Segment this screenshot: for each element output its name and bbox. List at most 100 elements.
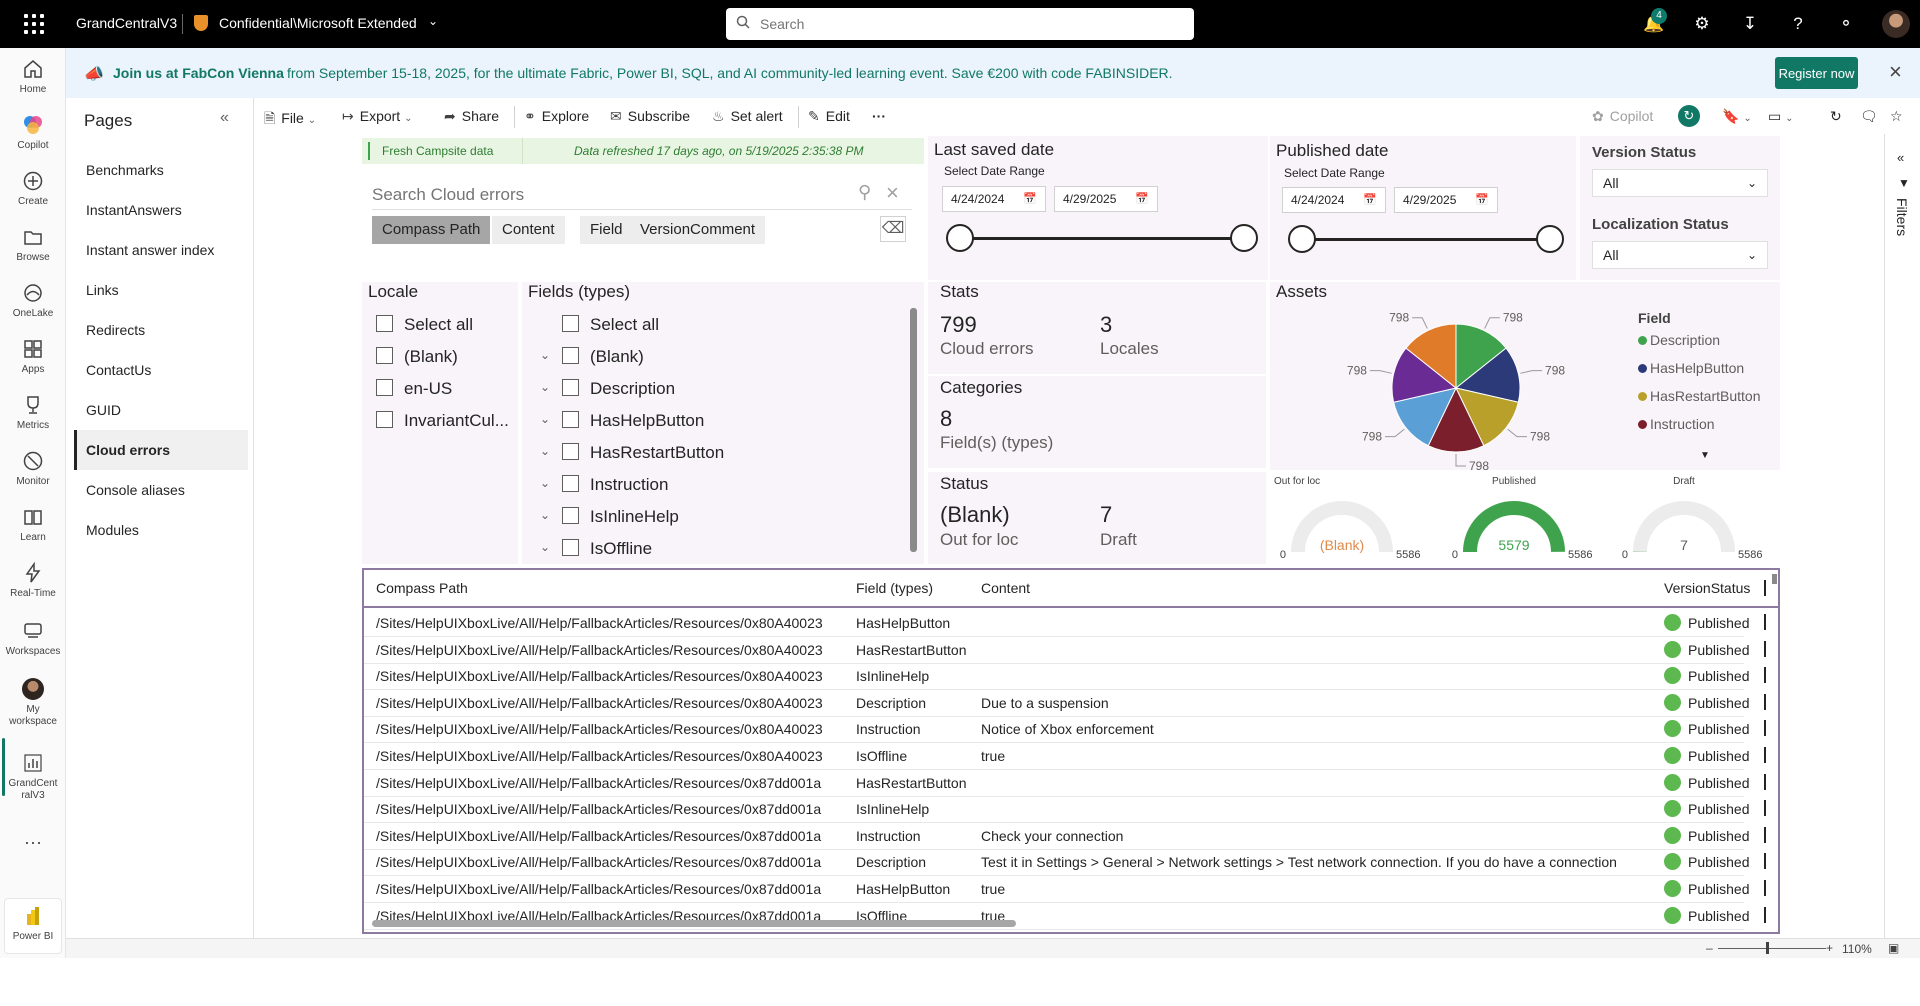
table-row[interactable]: /Sites/HelpUIXboxLive/All/Help/FallbackA…: [364, 610, 1766, 637]
search-tab-field[interactable]: Field: [580, 216, 633, 244]
chevron-down-icon[interactable]: ⌄: [540, 444, 550, 458]
sensitivity-label[interactable]: Confidential\Microsoft Extended: [219, 15, 417, 31]
chevron-down-icon[interactable]: ⌄: [540, 540, 550, 554]
page-item-links[interactable]: Links: [74, 270, 248, 310]
page-item-guid[interactable]: GUID: [74, 390, 248, 430]
refresh-icon[interactable]: ↻: [1830, 108, 1842, 125]
search-icon[interactable]: ⚲: [858, 182, 871, 203]
file-menu[interactable]: 🗎 File ⌄: [264, 108, 316, 132]
legend-scroll-down-icon[interactable]: ▼: [1700, 450, 1710, 461]
edit-button[interactable]: ✎ Edit: [808, 108, 850, 125]
page-item-redirects[interactable]: Redirects: [74, 310, 248, 350]
share-button[interactable]: ➦ Share: [444, 108, 499, 125]
table-row[interactable]: /Sites/HelpUIXboxLive/All/Help/FallbackA…: [364, 770, 1766, 797]
checkbox[interactable]: [562, 411, 579, 428]
locale-option[interactable]: InvariantCul...: [404, 411, 509, 431]
checkbox[interactable]: [562, 539, 579, 556]
rail-copilot[interactable]: Copilot: [0, 114, 66, 151]
workspace-name[interactable]: GrandCentralV3: [76, 15, 177, 31]
register-now-button[interactable]: Register now: [1775, 57, 1858, 89]
zoom-out-icon[interactable]: –: [1706, 941, 1713, 955]
chevron-down-icon[interactable]: ⌄: [540, 476, 550, 490]
avatar[interactable]: [1882, 10, 1910, 38]
calendar-icon[interactable]: 📅: [1135, 187, 1149, 211]
rail-home[interactable]: Home: [0, 58, 66, 95]
rail-browse[interactable]: Browse: [0, 226, 66, 263]
chevron-down-icon[interactable]: ⌄: [540, 380, 550, 394]
fit-to-page-icon[interactable]: ▣: [1888, 941, 1899, 955]
set-alert-button[interactable]: ♨ Set alert: [712, 108, 783, 125]
checkbox[interactable]: [562, 507, 579, 524]
eraser-icon[interactable]: ⌫: [880, 216, 906, 242]
rail-create[interactable]: Create: [0, 170, 66, 207]
filters-pane-collapsed[interactable]: « ▼ Filters: [1884, 134, 1920, 938]
refresh-visual-icon[interactable]: ↻: [1678, 105, 1700, 127]
zoom-slider[interactable]: [1718, 948, 1826, 949]
search-input[interactable]: [372, 184, 832, 206]
checkbox[interactable]: [376, 379, 393, 396]
slider-start-handle[interactable]: [946, 224, 974, 252]
copilot-button[interactable]: ✿ Copilot: [1592, 108, 1653, 125]
version-status-dropdown[interactable]: All ⌄: [1592, 169, 1768, 197]
column-header[interactable]: VersionStatus: [1664, 580, 1750, 596]
gear-icon[interactable]: ⚙: [1690, 12, 1714, 36]
banner-headline[interactable]: Join us at FabCon Vienna: [113, 65, 284, 81]
table-row[interactable]: /Sites/HelpUIXboxLive/All/Help/FallbackA…: [364, 637, 1766, 664]
view-icon[interactable]: ▭ ⌄: [1768, 108, 1794, 125]
favorite-icon[interactable]: ☆: [1890, 108, 1903, 125]
rail-grandcentral[interactable]: GrandCentralV3: [0, 752, 66, 802]
search-tab-content[interactable]: Content: [492, 216, 565, 244]
export-menu[interactable]: ↦ Export ⌄: [342, 108, 412, 125]
field-option[interactable]: HasRestartButton: [590, 443, 724, 463]
chevron-down-icon[interactable]: ⌄: [540, 348, 550, 362]
field-option[interactable]: Description: [590, 379, 675, 399]
locale-option[interactable]: en-US: [404, 379, 452, 399]
checkbox[interactable]: [562, 315, 579, 332]
subscribe-button[interactable]: ✉ Subscribe: [610, 108, 690, 125]
page-item-modules[interactable]: Modules: [74, 510, 248, 550]
column-header[interactable]: Content: [981, 580, 1030, 596]
rail-monitor[interactable]: Monitor: [0, 450, 66, 487]
clear-icon[interactable]: ×: [886, 180, 899, 206]
rail-apps[interactable]: Apps: [0, 338, 66, 375]
checkbox[interactable]: [376, 411, 393, 428]
calendar-icon[interactable]: 📅: [1363, 188, 1377, 212]
scrollbar[interactable]: [372, 920, 1016, 927]
scrollbar[interactable]: [1772, 574, 1777, 584]
zoom-in-icon[interactable]: +: [1826, 941, 1833, 955]
global-search[interactable]: [726, 8, 1194, 40]
rail-onelake[interactable]: OneLake: [0, 282, 66, 319]
search-tab-versioncomment[interactable]: VersionComment: [630, 216, 766, 244]
table-row[interactable]: /Sites/HelpUIXboxLive/All/Help/FallbackA…: [364, 716, 1766, 744]
table-row[interactable]: /Sites/HelpUIXboxLive/All/Help/FallbackA…: [364, 663, 1766, 691]
table-row[interactable]: /Sites/HelpUIXboxLive/All/Help/FallbackA…: [364, 690, 1766, 717]
table-row[interactable]: /Sites/HelpUIXboxLive/All/Help/FallbackA…: [364, 876, 1766, 903]
expand-filters-icon[interactable]: «: [1897, 150, 1904, 165]
cloud-errors-search[interactable]: ⚲ ×: [372, 180, 912, 210]
locale-option[interactable]: (Blank): [404, 347, 458, 367]
rail-powerbi[interactable]: Power BI: [4, 898, 62, 954]
share-feedback-icon[interactable]: ⚬: [1834, 12, 1858, 36]
page-item-console-aliases[interactable]: Console aliases: [74, 470, 248, 510]
legend-item[interactable]: Instruction: [1638, 416, 1715, 432]
checkbox[interactable]: [562, 475, 579, 492]
rail-workspaces[interactable]: Workspaces: [0, 620, 66, 657]
more-options-icon[interactable]: ···: [872, 108, 886, 124]
search-input[interactable]: [760, 14, 1180, 34]
start-date-input[interactable]: 4/24/2024 📅: [942, 186, 1046, 212]
download-icon[interactable]: ↧: [1738, 12, 1762, 36]
start-date-input[interactable]: 4/24/2024 📅: [1282, 187, 1386, 213]
bookmark-icon[interactable]: 🔖 ⌄: [1722, 108, 1752, 125]
legend-item[interactable]: HasRestartButton: [1638, 388, 1761, 404]
legend-item[interactable]: Description: [1638, 332, 1720, 348]
field-option[interactable]: Select all: [590, 315, 659, 335]
rail-my-workspace[interactable]: My workspace: [0, 678, 66, 728]
column-header[interactable]: Compass Path: [376, 580, 468, 596]
legend-item[interactable]: HasHelpButton: [1638, 360, 1744, 376]
checkbox[interactable]: [376, 347, 393, 364]
checkbox[interactable]: [562, 443, 579, 460]
table-row[interactable]: /Sites/HelpUIXboxLive/All/Help/FallbackA…: [364, 823, 1766, 850]
end-date-input[interactable]: 4/29/2025 📅: [1054, 186, 1158, 212]
field-option[interactable]: HasHelpButton: [590, 411, 704, 431]
locale-option[interactable]: Select all: [404, 315, 473, 335]
